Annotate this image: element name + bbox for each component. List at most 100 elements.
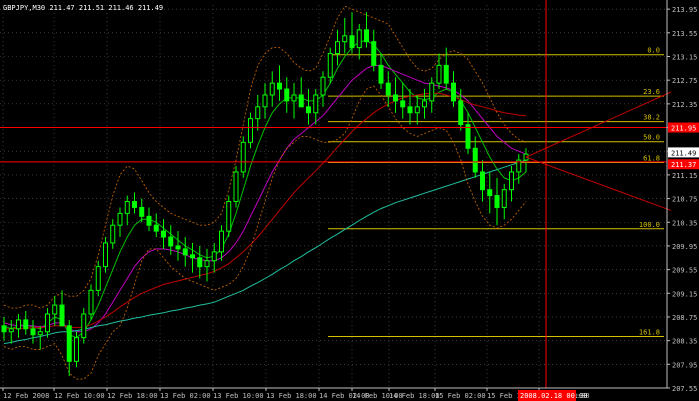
candle-body (422, 100, 427, 108)
candle-body (81, 313, 87, 339)
fib-level-label: 50.0 (643, 134, 660, 142)
x-tick-label: 15 Feb 02:00 (435, 392, 486, 400)
candle-body (23, 319, 29, 330)
candle-body (298, 94, 304, 108)
chart-svg: 0.0 23.6 38.2 50.0 61.8 100.0 161.8 213.95 213.… (0, 0, 699, 401)
candle-body (313, 94, 319, 114)
x-tick-label: 13 Feb 10:00 (213, 392, 264, 400)
candle-body (327, 53, 333, 78)
candle-body (291, 94, 297, 102)
candle-body (175, 245, 181, 250)
y-tick-label: 209.95 (672, 243, 697, 251)
red-price-label: 211.95 (671, 125, 696, 133)
candle-body (248, 118, 253, 143)
candle-body (66, 325, 72, 362)
candle-body (472, 147, 478, 173)
candle-body (161, 230, 166, 238)
candle-body (110, 224, 116, 244)
candle-body (59, 304, 65, 327)
x-tick-label: 12 Feb 10:00 (54, 392, 105, 400)
candle-body (436, 64, 442, 84)
candle-body (117, 212, 123, 226)
candle-body (443, 64, 449, 84)
candle-body (364, 29, 369, 43)
candle-body (226, 201, 232, 232)
candle-body (451, 82, 456, 102)
y-tick-label: 213.15 (672, 54, 697, 62)
candle-body (16, 319, 21, 330)
candle-body (494, 195, 500, 208)
candle-body (74, 337, 79, 362)
candle-body (342, 35, 348, 43)
candle-body (306, 106, 311, 114)
candle-body (262, 94, 268, 108)
candle-body (1, 325, 7, 333)
candle-body (30, 328, 36, 336)
y-tick-label: 207.95 (672, 361, 697, 369)
candle-body (371, 41, 377, 66)
candle-body (233, 171, 239, 203)
candle-body (146, 215, 152, 226)
candle-body (487, 189, 493, 197)
candle-body (255, 106, 261, 120)
y-tick-label: 213.55 (672, 30, 697, 38)
candle-body (132, 201, 137, 208)
y-tick-label: 210.35 (672, 219, 697, 227)
candle-body (204, 260, 210, 268)
candle-body (378, 64, 384, 84)
candle-body (429, 82, 435, 102)
candle-body (356, 29, 362, 49)
x-tick-label: 14 Feb 18:00 (389, 392, 440, 400)
x-tick-label: 12 Feb 2008 (3, 392, 49, 400)
candle-body (335, 41, 340, 55)
fib-level-label: 161.8 (639, 328, 660, 336)
fib-level-label: 100.0 (639, 221, 660, 229)
candle-body (393, 94, 398, 102)
x-tick-label: 13 Feb 02:00 (160, 392, 211, 400)
candle-body (139, 206, 145, 217)
x-tick-label: 13 Feb 18:00 (266, 392, 317, 400)
candle-body (88, 289, 94, 315)
candle-body (480, 171, 485, 191)
candle-body (465, 124, 471, 149)
y-tick-label: 210.75 (672, 196, 697, 204)
y-tick-label: 209.55 (672, 267, 697, 275)
y-tick-label: 208.75 (672, 314, 697, 322)
y-tick-label: 213.95 (672, 6, 697, 14)
candle-body (190, 254, 195, 259)
y-tick-label: 212.75 (672, 77, 697, 85)
candle-body (37, 331, 43, 336)
candle-body (269, 82, 275, 96)
candle-body (103, 242, 108, 268)
y-tick-label: 211.15 (672, 172, 697, 180)
candle-body (124, 201, 130, 214)
y-tick-label: 207.55 (672, 385, 697, 393)
candle-body (8, 328, 14, 333)
fib-level-label: 38.2 (643, 114, 660, 122)
candle-body (182, 248, 188, 256)
chart-window: 0.0 23.6 38.2 50.0 61.8 100.0 161.8 213.95 213.… (0, 0, 699, 401)
fib-level-label: 0.0 (647, 47, 660, 55)
fib-level-label: 61.8 (643, 154, 660, 162)
candle-body (501, 189, 507, 208)
candle-body (211, 251, 217, 262)
candle-body (349, 35, 355, 49)
y-tick-label: 208.35 (672, 338, 697, 346)
candle-body (219, 230, 224, 253)
candle-body (168, 236, 174, 247)
candle-body (277, 82, 282, 90)
candle-body (509, 171, 514, 191)
candle-body (240, 141, 246, 173)
candle-body (52, 304, 58, 315)
symbol-header: GBPJPY,M30 211.47 211.51 211.46 211.49 (3, 4, 163, 12)
fib-level-label: 23.6 (643, 88, 660, 96)
candle-body (95, 266, 101, 291)
candle-body (385, 82, 391, 96)
current-price-label: 211.49 (671, 149, 696, 157)
candle-body (197, 257, 203, 268)
x-tick-label: 12 Feb 18:00 (107, 392, 158, 400)
candle-body (458, 100, 464, 126)
candle-body (407, 106, 413, 114)
candle-body (400, 100, 406, 108)
candle-body (284, 88, 290, 102)
